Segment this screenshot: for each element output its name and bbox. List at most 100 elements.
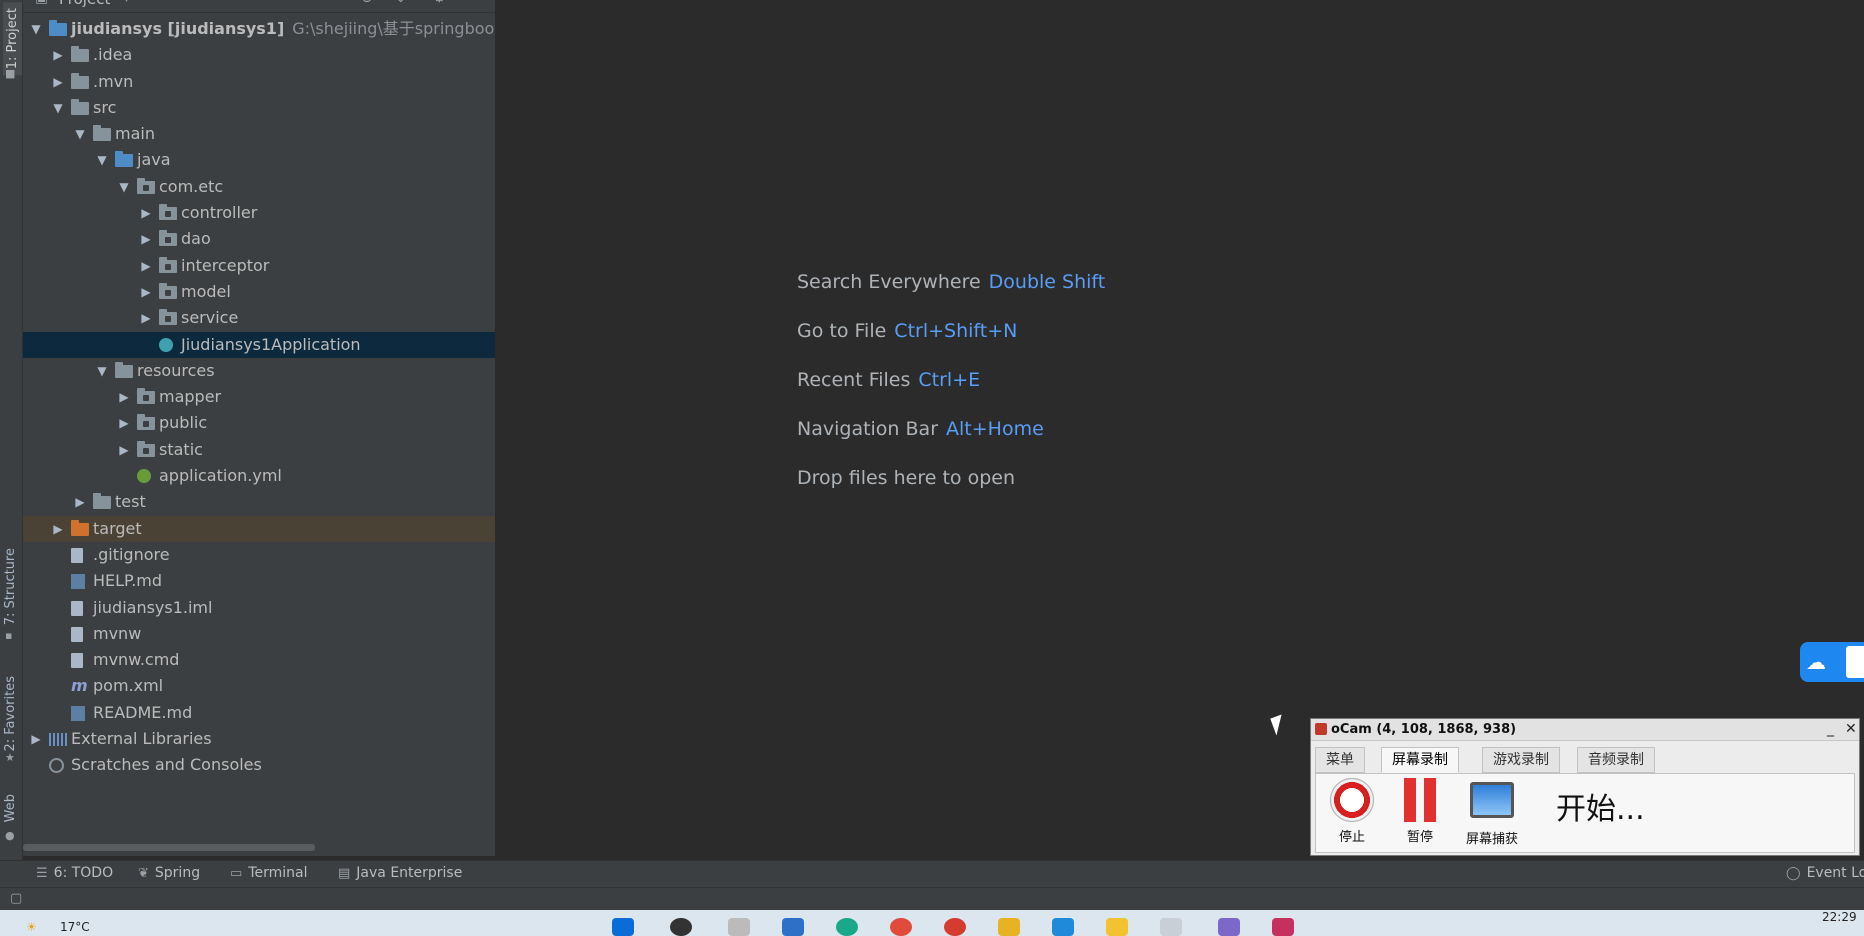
app-icon[interactable] xyxy=(782,918,804,936)
horizontal-scrollbar[interactable] xyxy=(23,844,315,851)
close-icon[interactable]: ✕ xyxy=(1845,719,1857,740)
tree-node-name: .gitignore xyxy=(93,544,170,564)
app-icon[interactable] xyxy=(1106,918,1128,936)
chevron-down-icon[interactable]: ▼ xyxy=(95,358,109,384)
tree-node[interactable]: Scratches and Consoles xyxy=(23,752,495,778)
tree-node[interactable]: mvnw.cmd xyxy=(23,647,495,673)
tree-node[interactable]: ▶ target xyxy=(23,515,495,542)
ocam-tab-menu[interactable]: 菜单 xyxy=(1315,747,1365,773)
tree-node[interactable]: m pom.xml xyxy=(23,673,495,699)
file-explorer-icon[interactable] xyxy=(998,918,1020,936)
app-icon[interactable] xyxy=(1160,918,1182,936)
hint-label: Navigation Bar xyxy=(797,418,939,440)
terminal-tool-button[interactable]: ▭ Terminal xyxy=(230,865,307,881)
chevron-right-icon[interactable]: ▶ xyxy=(51,42,65,68)
app-icon[interactable] xyxy=(944,918,966,936)
collapse-all-icon[interactable]: ⇕ xyxy=(395,0,407,6)
chevron-down-icon[interactable]: ▼ xyxy=(117,174,131,200)
tree-node-label: Jiudiansys1Application xyxy=(181,332,361,358)
chevron-right-icon[interactable]: ▶ xyxy=(117,410,131,436)
todo-tool-button[interactable]: ☰ 6: TODO xyxy=(36,865,113,881)
tree-node[interactable]: application.yml xyxy=(23,463,495,489)
search-icon[interactable] xyxy=(670,918,692,936)
tree-node[interactable]: .gitignore xyxy=(23,542,495,568)
intellij-icon[interactable] xyxy=(1272,918,1294,936)
app-icon[interactable] xyxy=(1218,918,1240,936)
chevron-down-icon[interactable]: ▼ xyxy=(29,16,43,42)
ocam-titlebar[interactable]: oCam (4, 108, 1868, 938) _ ✕ xyxy=(1311,719,1859,741)
app-icon[interactable] xyxy=(1052,918,1074,936)
chevron-right-icon[interactable]: ▶ xyxy=(139,279,153,305)
chevron-down-icon[interactable]: ▾ xyxy=(123,0,130,6)
toggle-tool-windows-icon[interactable]: ▢ xyxy=(10,891,22,906)
project-tool-tab[interactable]: 1: Project xyxy=(3,2,22,76)
tree-node[interactable]: ▶ static xyxy=(23,437,495,463)
structure-tool-tab[interactable]: 7: Structure xyxy=(3,548,18,625)
tree-node[interactable]: ▼ java xyxy=(23,147,495,173)
tree-node[interactable]: ▶ .idea xyxy=(23,42,495,68)
chevron-right-icon[interactable]: ▶ xyxy=(117,437,131,463)
chevron-right-icon[interactable]: ▶ xyxy=(117,384,131,410)
minimize-icon[interactable]: _ xyxy=(1827,719,1834,740)
ocam-tab-game-record[interactable]: 游戏录制 xyxy=(1482,747,1560,773)
tree-node-label: test xyxy=(115,489,146,515)
chevron-right-icon[interactable]: ▶ xyxy=(139,253,153,279)
tree-node[interactable]: ▶ mapper xyxy=(23,384,495,410)
bottom-tool-bar: ☰ 6: TODO ❦ Spring ▭ Terminal ▤ Java Enterpr… xyxy=(0,860,1864,887)
chevron-down-icon[interactable]: ▼ xyxy=(51,95,65,121)
start-icon[interactable] xyxy=(612,918,634,936)
ocam-app-icon xyxy=(1315,723,1327,735)
web-tool-tab[interactable]: Web xyxy=(3,794,18,822)
tree-node[interactable]: ▶ service xyxy=(23,305,495,331)
weather-temp[interactable]: 17°C xyxy=(60,920,90,934)
tree-node[interactable]: ▼ jiudiansys [jiudiansys1] G:\shejiing\基于s… xyxy=(23,16,495,42)
spring-tool-button[interactable]: ❦ Spring xyxy=(138,865,200,881)
tree-node[interactable]: ▼ src xyxy=(23,95,495,121)
event-log-button[interactable]: ◯ Event Lo xyxy=(1786,865,1864,881)
chevron-right-icon[interactable]: ▶ xyxy=(139,200,153,226)
minimize-icon[interactable]: — xyxy=(471,0,485,6)
tree-node[interactable]: ▶ dao xyxy=(23,226,495,252)
pause-button[interactable]: 暂停 xyxy=(1394,778,1446,845)
tree-node[interactable]: ▶ public xyxy=(23,410,495,436)
java-enterprise-tool-button[interactable]: ▤ Java Enterprise xyxy=(338,865,462,881)
stop-icon xyxy=(1330,778,1374,822)
baidu-netdisk-widget[interactable]: ☁ xyxy=(1800,642,1864,682)
clock-time[interactable]: 22:29 xyxy=(1822,910,1857,924)
project-pane-title[interactable]: Project xyxy=(59,0,110,8)
chevron-right-icon[interactable]: ▶ xyxy=(51,516,65,542)
stop-button[interactable]: 停止 xyxy=(1326,778,1378,845)
tree-node[interactable]: ▶ model xyxy=(23,279,495,305)
tree-node[interactable]: ▶ test xyxy=(23,489,495,515)
chevron-right-icon[interactable]: ▶ xyxy=(139,305,153,331)
tree-node[interactable]: ▶ .mvn xyxy=(23,69,495,95)
tree-node[interactable]: ▼ com.etc xyxy=(23,174,495,200)
tree-node[interactable]: ▼ main xyxy=(23,121,495,147)
tree-node[interactable]: jiudiansys1.iml xyxy=(23,595,495,621)
ocam-tab-audio-record[interactable]: 音频录制 xyxy=(1577,747,1655,773)
tree-node[interactable]: ▶ controller xyxy=(23,200,495,226)
chevron-right-icon[interactable]: ▶ xyxy=(51,69,65,95)
hint-shortcut: Ctrl+Shift+N xyxy=(894,320,1018,342)
chevron-down-icon[interactable]: ▼ xyxy=(73,121,87,147)
chevron-down-icon[interactable]: ▼ xyxy=(95,147,109,173)
tree-node[interactable]: README.md xyxy=(23,700,495,726)
chevron-right-icon[interactable]: ▶ xyxy=(29,726,43,752)
favorites-tool-tab[interactable]: 2: Favorites xyxy=(3,676,18,752)
edge-icon[interactable] xyxy=(836,918,858,936)
chevron-right-icon[interactable]: ▶ xyxy=(73,489,87,515)
tree-node[interactable]: Jiudiansys1Application xyxy=(23,331,495,358)
tree-node[interactable]: mvnw xyxy=(23,621,495,647)
ocam-tab-screen-record[interactable]: 屏幕录制 xyxy=(1381,747,1459,773)
tree-node[interactable]: HELP.md xyxy=(23,568,495,594)
gear-icon[interactable]: ⚙ xyxy=(433,0,446,6)
chrome-icon[interactable] xyxy=(890,918,912,936)
tree-node[interactable]: ▶ interceptor xyxy=(23,253,495,279)
tree-node[interactable]: ▶ External Libraries xyxy=(23,726,495,752)
tree-node[interactable]: ▼ resources xyxy=(23,358,495,384)
task-view-icon[interactable] xyxy=(728,918,750,936)
screen-capture-label: 屏幕捕获 xyxy=(1465,832,1518,847)
chevron-right-icon[interactable]: ▶ xyxy=(139,226,153,252)
screen-capture-button[interactable]: 屏幕捕获 xyxy=(1460,778,1524,847)
locate-icon[interactable]: ⊕ xyxy=(361,0,373,6)
